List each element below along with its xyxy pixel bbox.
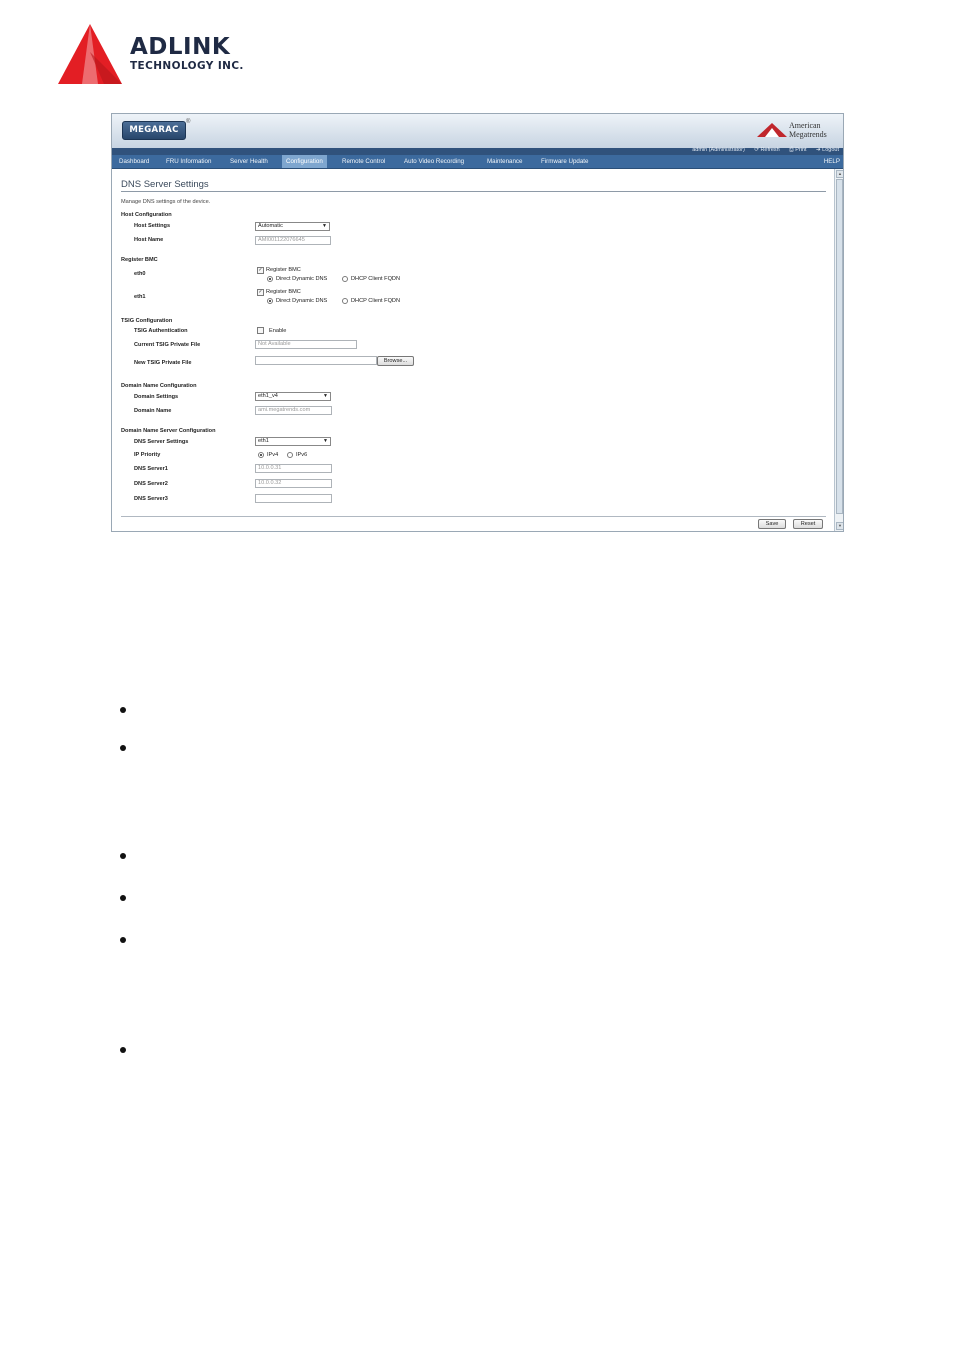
dns-server2-input[interactable]: 10.0.0.32 [255, 479, 332, 488]
nav-fru-information[interactable]: FRU Information [162, 155, 215, 168]
bottom-divider [121, 516, 826, 517]
dns-server2-label: DNS Server2 [134, 481, 168, 487]
eth0-direct-dns-radio[interactable] [267, 276, 273, 282]
domain-name-label: Domain Name [134, 408, 172, 414]
bullet-1 [120, 707, 126, 713]
domain-name-input[interactable]: ami.megatrends.com [255, 406, 332, 415]
dns-server3-label: DNS Server3 [134, 496, 168, 502]
domain-settings-label: Domain Settings [134, 394, 179, 400]
chevron-down-icon: ▼ [323, 393, 328, 399]
save-button[interactable]: Save [758, 519, 786, 529]
ami-triangle-icon [757, 123, 787, 137]
nav-maintenance[interactable]: Maintenance [483, 155, 526, 168]
bullet-6 [120, 1047, 126, 1053]
top-banner: MEGARAC ® American Megatrends [112, 114, 843, 148]
page-title: DNS Server Settings [121, 179, 209, 190]
eth1-direct-dns-radio[interactable] [267, 298, 273, 304]
section-dns-server-configuration: Domain Name Server Configuration [121, 428, 216, 434]
megarac-logo: MEGARAC [122, 121, 186, 140]
tsig-enable-checkbox[interactable] [257, 327, 264, 334]
dns-server-settings-label: DNS Server Settings [134, 439, 189, 445]
print-link[interactable]: ⎙ Print [789, 147, 806, 153]
dns-server1-label: DNS Server1 [134, 466, 168, 472]
ip-priority-label: IP Priority [134, 452, 161, 458]
eth1-label: eth1 [134, 294, 146, 300]
dns-server3-input[interactable] [255, 494, 332, 503]
logout-link[interactable]: ➜ Logout [816, 147, 839, 153]
bullet-2 [120, 745, 126, 751]
nav-remote-control[interactable]: Remote Control [338, 155, 389, 168]
vertical-scrollbar[interactable]: ▲ ▼ [834, 169, 843, 531]
host-name-label: Host Name [134, 237, 164, 243]
eth0-dhcp-fqdn-radio[interactable] [342, 276, 348, 282]
eth0-direct-dns-label: Direct Dynamic DNS [276, 276, 328, 282]
refresh-link[interactable]: ⟳ Refresh [754, 147, 779, 153]
adlink-name: ADLINK [130, 34, 231, 60]
eth1-register-checkbox[interactable]: ✓ [257, 289, 264, 296]
nav-firmware-update[interactable]: Firmware Update [537, 155, 592, 168]
tsig-enable-label: Enable [269, 328, 287, 334]
eth0-register-label: Register BMC [266, 267, 301, 273]
adlink-logo: ADLINK TECHNOLOGY INC. [58, 22, 278, 88]
ipv6-label: IPv6 [296, 452, 308, 458]
ami-name-line2: Megatrends [789, 130, 827, 139]
eth0-register-checkbox[interactable]: ✓ [257, 267, 264, 274]
page-description: Manage DNS settings of the device. [121, 199, 211, 205]
nav-dashboard[interactable]: Dashboard [115, 155, 153, 168]
dns-server-settings-select[interactable]: eth1 ▼ [255, 437, 331, 446]
scroll-up-icon[interactable]: ▲ [836, 170, 843, 178]
registered-mark: ® [186, 119, 191, 125]
bullet-4 [120, 895, 126, 901]
logout-icon: ➜ [816, 147, 821, 153]
refresh-icon: ⟳ [754, 147, 759, 153]
scrollbar-thumb[interactable] [836, 179, 843, 514]
current-tsig-file-input[interactable]: Not Available [255, 340, 357, 349]
section-register-bmc: Register BMC [121, 257, 158, 263]
user-link[interactable]: admin (Administrator) [692, 147, 745, 153]
ipv4-label: IPv4 [267, 452, 279, 458]
eth0-dhcp-fqdn-label: DHCP Client FQDN [351, 276, 401, 282]
chevron-down-icon: ▼ [322, 223, 327, 229]
chevron-down-icon: ▼ [323, 438, 328, 444]
new-tsig-file-label: New TSIG Private File [134, 360, 192, 366]
eth1-direct-dns-label: Direct Dynamic DNS [276, 298, 328, 304]
new-tsig-file-input[interactable] [255, 356, 377, 365]
main-nav: Dashboard FRU Information Server Health … [112, 155, 843, 169]
host-settings-label: Host Settings [134, 223, 171, 229]
domain-settings-select[interactable]: eth1_v4 ▼ [255, 392, 331, 401]
nav-help[interactable]: HELP [824, 155, 840, 168]
section-tsig-configuration: TSIG Configuration [121, 318, 173, 324]
section-domain-name-configuration: Domain Name Configuration [121, 383, 197, 389]
bullet-3 [120, 853, 126, 859]
current-tsig-file-label: Current TSIG Private File [134, 342, 201, 348]
ami-name-line1: American [789, 121, 821, 130]
adlink-triangle-icon [58, 24, 122, 84]
eth1-dhcp-fqdn-radio[interactable] [342, 298, 348, 304]
megarac-screenshot: MEGARAC ® American Megatrends admin (Adm… [111, 113, 844, 532]
bullet-5 [120, 937, 126, 943]
nav-configuration[interactable]: Configuration [282, 155, 327, 168]
dns-settings-panel: DNS Server Settings Manage DNS settings … [112, 169, 834, 531]
scroll-down-icon[interactable]: ▼ [836, 522, 843, 530]
ipv6-radio[interactable] [287, 452, 293, 458]
reset-button[interactable]: Reset [793, 519, 823, 529]
eth1-dhcp-fqdn-label: DHCP Client FQDN [351, 298, 401, 304]
nav-auto-video-recording[interactable]: Auto Video Recording [400, 155, 468, 168]
utility-bar: admin (Administrator) ⟳ Refresh ⎙ Print … [112, 147, 843, 155]
host-name-input[interactable]: AMI001122076645 [255, 236, 331, 245]
section-host-configuration: Host Configuration [121, 212, 172, 218]
eth1-register-label: Register BMC [266, 289, 301, 295]
dns-server1-input[interactable]: 10.0.0.31 [255, 464, 332, 473]
eth0-label: eth0 [134, 271, 146, 277]
print-icon: ⎙ [789, 147, 794, 153]
ipv4-radio[interactable] [258, 452, 264, 458]
title-divider [121, 191, 826, 192]
browse-button[interactable]: Browse... [377, 356, 414, 366]
adlink-tagline: TECHNOLOGY INC. [130, 60, 244, 72]
nav-server-health[interactable]: Server Health [226, 155, 272, 168]
ami-logo: American Megatrends [757, 121, 837, 141]
host-settings-select[interactable]: Automatic ▼ [255, 222, 330, 231]
tsig-auth-label: TSIG Authentication [134, 328, 188, 334]
